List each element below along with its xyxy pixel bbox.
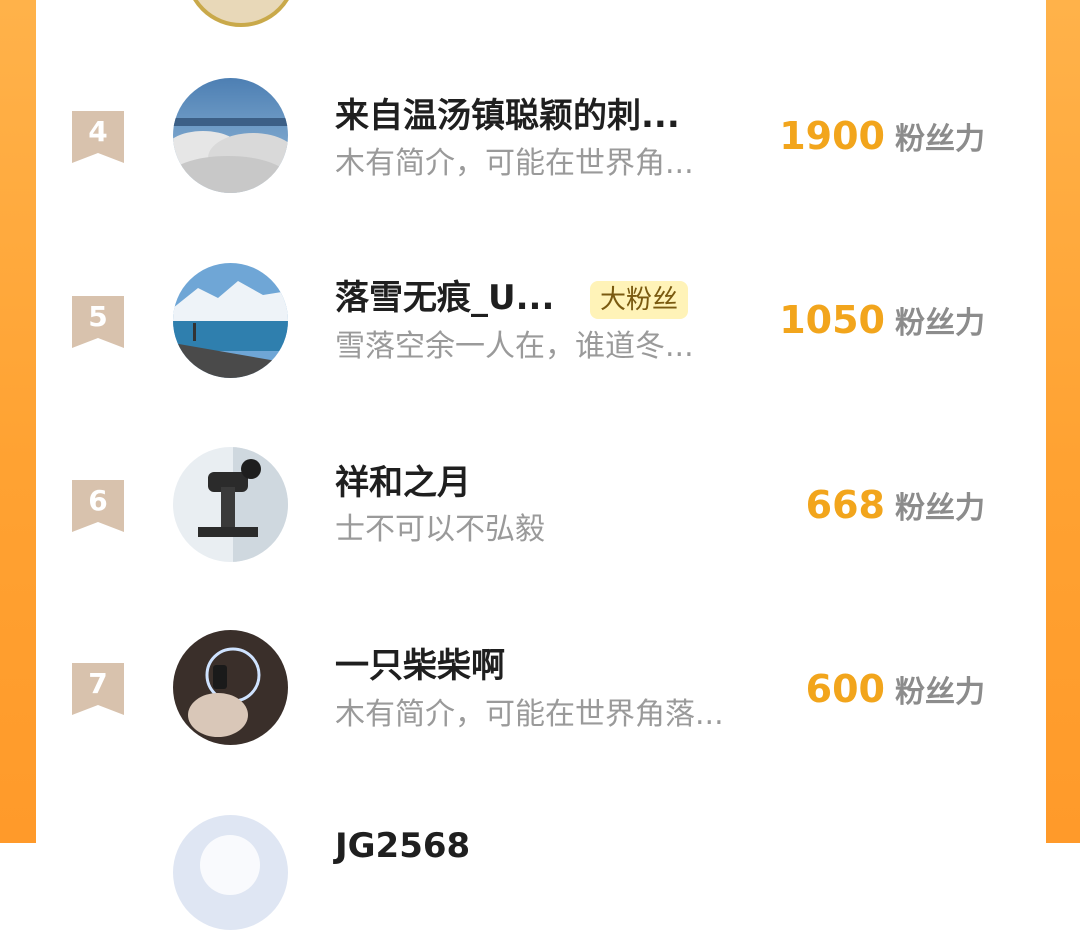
fan-power-unit: 粉丝力 [895, 675, 985, 710]
user-bio: 士不可以不弘毅 [335, 512, 545, 547]
avatar[interactable] [173, 630, 288, 745]
fan-power: 1900 粉丝力 [779, 114, 985, 166]
user-bio: 雪落空余一人在，谁道冬... [335, 329, 694, 364]
rank-badge: 5 [72, 296, 124, 348]
avatar[interactable] [173, 78, 288, 193]
left-orange-border [0, 0, 36, 843]
fan-power: 668 粉丝力 [806, 483, 985, 535]
user-name[interactable]: 落雪无痕_U... [335, 278, 554, 318]
avatar[interactable] [173, 815, 288, 930]
user-bio: 木有简介，可能在世界角落... [335, 697, 724, 732]
fan-power-value: 1050 [779, 298, 885, 342]
user-name[interactable]: JG2568 [335, 826, 470, 866]
avatar[interactable] [173, 263, 288, 378]
user-name[interactable]: 祥和之月 [335, 463, 471, 503]
user-name[interactable]: 来自温汤镇聪颖的刺... [335, 96, 680, 136]
rank-badge: 7 [72, 663, 124, 715]
fan-power-unit: 粉丝力 [895, 122, 985, 157]
right-orange-border [1046, 0, 1080, 843]
rank-badge: 6 [72, 480, 124, 532]
user-name[interactable]: 一只柴柴啊 [335, 646, 505, 686]
fan-power-value: 1900 [779, 114, 885, 158]
fan-power-value: 600 [805, 667, 885, 711]
user-bio: 木有简介，可能在世界角... [335, 146, 694, 181]
fan-power: 600 粉丝力 [806, 667, 985, 719]
fan-power-unit: 粉丝力 [895, 491, 985, 526]
fan-power: 1050 粉丝力 [779, 298, 985, 350]
fan-power-unit: 粉丝力 [895, 306, 985, 341]
big-fan-badge: 大粉丝 [590, 281, 689, 319]
rank-badge: 4 [72, 111, 124, 163]
avatar[interactable] [173, 447, 288, 562]
fan-power-value: 668 [805, 483, 885, 527]
